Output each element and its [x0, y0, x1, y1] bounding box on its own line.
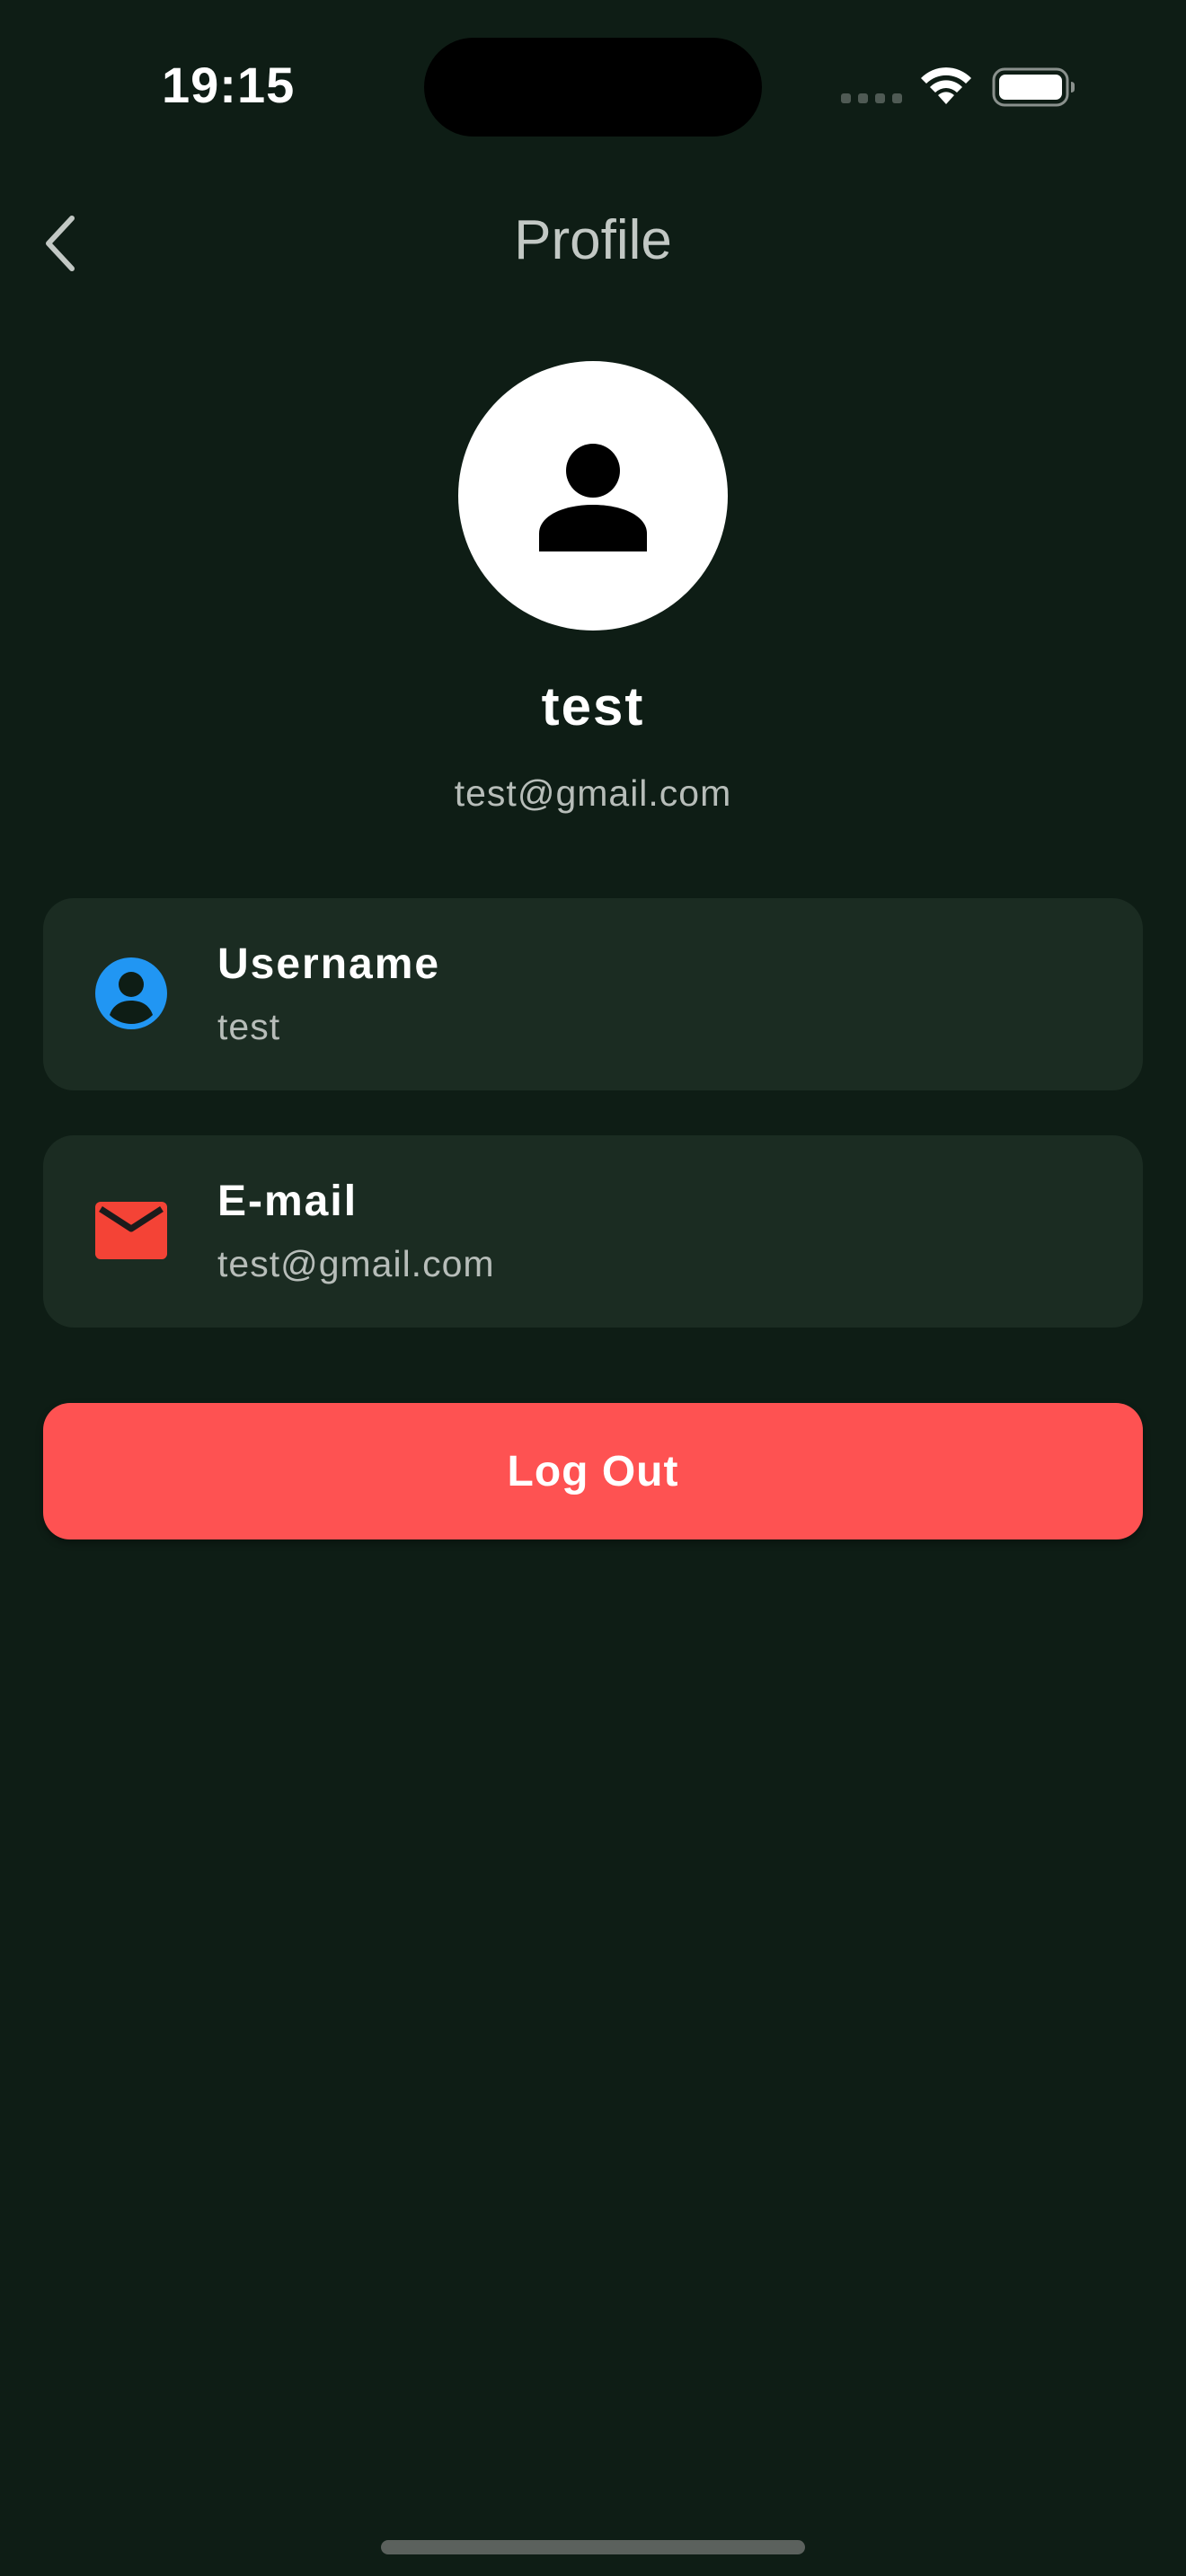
username-value: test: [217, 1006, 281, 1047]
profile-screen: 19:15 Profile test test@gmail.com Userna…: [0, 0, 1186, 2576]
email-card: E-mail test@gmail.com: [43, 1135, 1143, 1328]
home-indicator[interactable]: [381, 2540, 805, 2554]
battery-icon: [992, 67, 1075, 107]
dynamic-island: [424, 38, 762, 137]
cellular-signal-icon: [841, 93, 902, 103]
account-circle-icon: [95, 957, 167, 1029]
page-title: Profile: [514, 209, 672, 271]
profile-name: test: [541, 676, 645, 737]
username-card: Username test: [43, 898, 1143, 1090]
logout-button[interactable]: Log Out: [43, 1403, 1143, 1539]
email-value: test@gmail.com: [217, 1243, 495, 1284]
avatar: [458, 361, 728, 631]
person-icon: [539, 444, 647, 551]
wifi-icon: [921, 67, 971, 104]
email-label: E-mail: [217, 1178, 358, 1225]
mail-icon: [95, 1202, 167, 1259]
status-time: 19:15: [162, 57, 296, 113]
profile-email: test@gmail.com: [454, 772, 732, 814]
username-label: Username: [217, 940, 441, 988]
